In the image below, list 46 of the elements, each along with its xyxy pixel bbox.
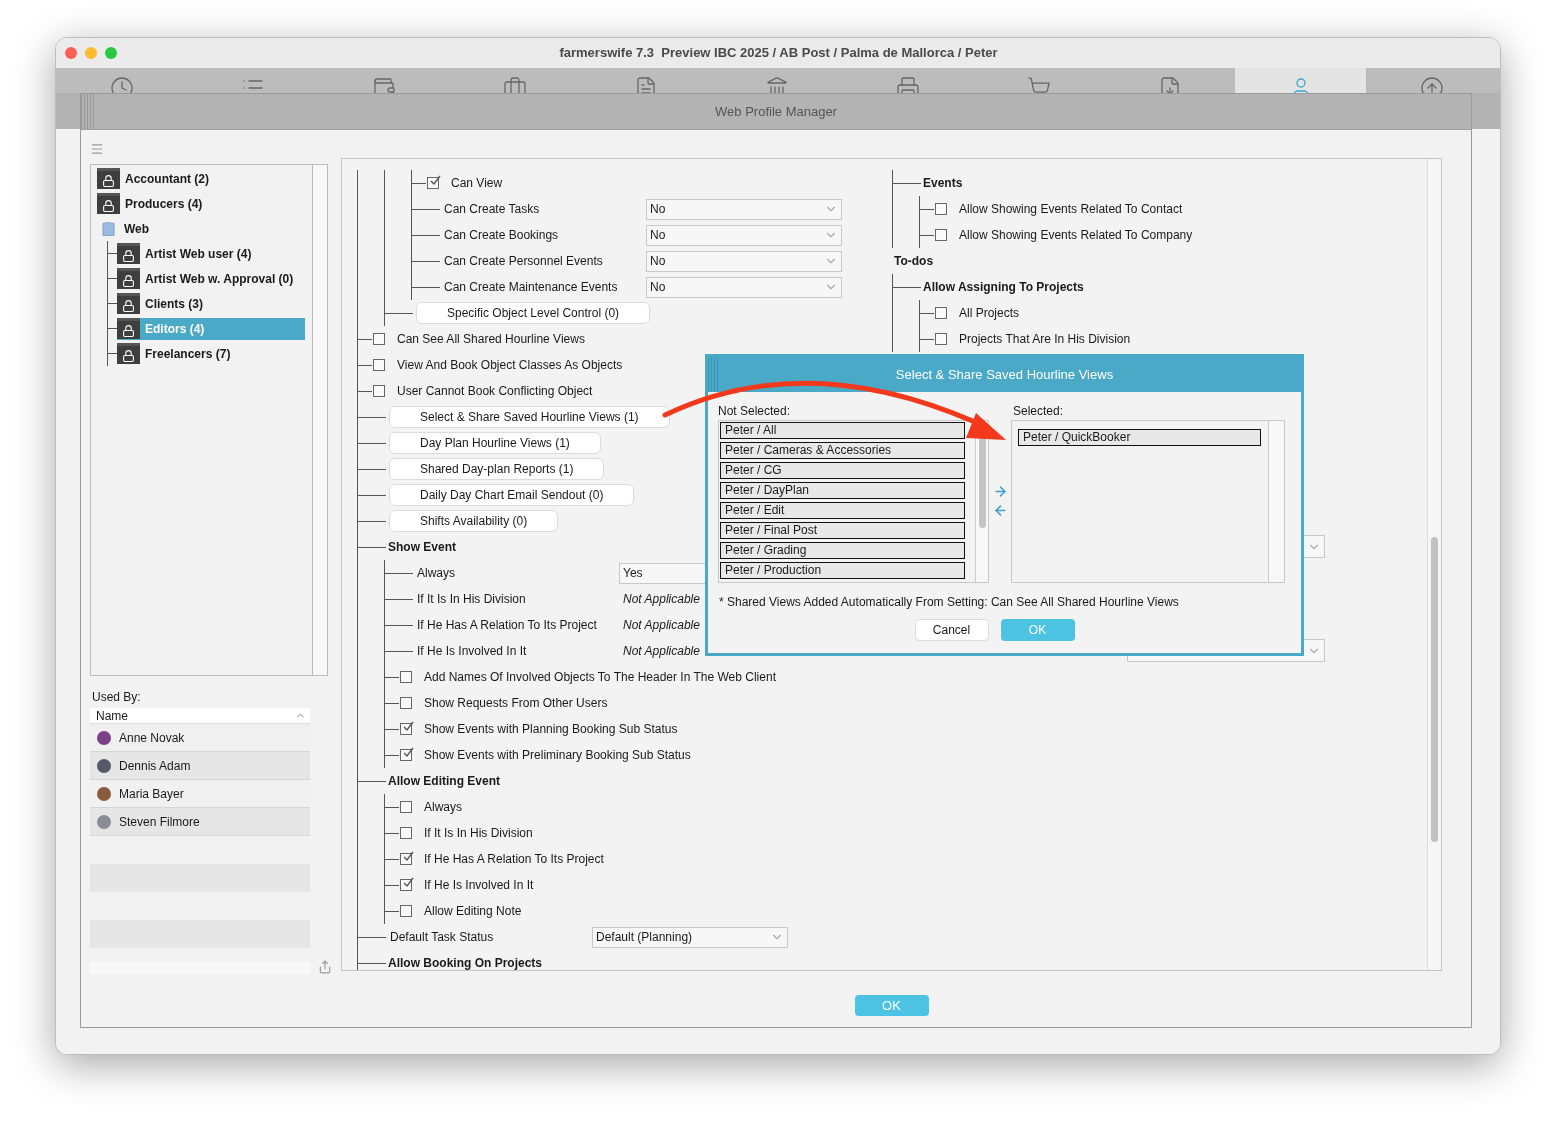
checkbox-label: User Cannot Book Conflicting Object [397, 383, 593, 400]
setting-label: If It Is In His Division [417, 591, 527, 608]
checkbox-label: Can View [451, 175, 503, 192]
setting-label: Can Create Personnel Events [444, 253, 604, 270]
setting-label: Default Task Status [390, 929, 495, 946]
dialog-title: Select & Share Saved Hourline Views [894, 365, 1115, 384]
user-name: Maria Bayer [119, 785, 184, 803]
checkbox-label: All Projects [959, 305, 1020, 322]
checkbox-label: Can See All Shared Hourline Views [397, 331, 585, 348]
setting-label: Always [417, 565, 456, 582]
sheet-title: Web Profile Manager [714, 102, 838, 121]
checkbox-label: Always [424, 799, 462, 816]
list-label: Not Selected: [718, 404, 792, 418]
checkbox-label: Allow Showing Events Related To Company [959, 227, 1193, 244]
setting-label: Can Create Maintenance Events [444, 279, 619, 296]
checkbox-label: View And Book Object Classes As Objects [397, 357, 623, 374]
section-heading: To-dos [894, 253, 934, 270]
section-heading: Allow Booking On Projects [388, 955, 542, 970]
user-name: Dennis Adam [119, 757, 191, 775]
checkbox-label: If It Is In His Division [424, 825, 533, 842]
setting-label: If He Is Involved In It [417, 643, 528, 660]
checkbox-label: Allow Showing Events Related To Contact [959, 201, 1183, 218]
section-heading: Events [923, 175, 963, 192]
list-label: Selected: [1013, 404, 1065, 418]
checkbox-label: Projects That Are In His Division [959, 331, 1131, 348]
setting-value: Not Applicable [623, 643, 700, 660]
checkbox-label: Show Events with Planning Booking Sub Status [424, 721, 678, 738]
checkbox-label: Show Requests From Other Users [424, 695, 608, 712]
checkbox-label: Show Events with Preliminary Booking Sub Status [424, 747, 691, 764]
checkbox-label: If He Is Involved In It [424, 877, 534, 894]
setting-label: Can Create Bookings [444, 227, 560, 244]
setting-label: If He Has A Relation To Its Project [417, 617, 598, 634]
used-by-label: Used By: [92, 689, 142, 706]
checkbox-label: Add Names Of Involved Objects To The Header In The Web Client [424, 669, 776, 686]
section-heading: Show Event [388, 539, 456, 556]
section-heading: Allow Assigning To Projects [923, 279, 1084, 296]
window-title: farmerswife 7.3 Preview IBC 2025 / AB Post / Palma de Mallorca / Peter [558, 44, 999, 63]
user-name: Steven Filmore [119, 813, 200, 831]
checkbox-label: Allow Editing Note [424, 903, 522, 920]
setting-label: Can Create Tasks [444, 201, 541, 218]
dialog-note: * Shared Views Added Automatically From Setting: Can See All Shared Hourline Views [719, 594, 1180, 611]
setting-value: Not Applicable [623, 617, 700, 634]
setting-value: Not Applicable [623, 591, 700, 608]
user-name: Anne Novak [119, 729, 185, 747]
checkbox-label: If He Has A Relation To Its Project [424, 851, 604, 868]
section-heading: Allow Editing Event [388, 773, 500, 790]
